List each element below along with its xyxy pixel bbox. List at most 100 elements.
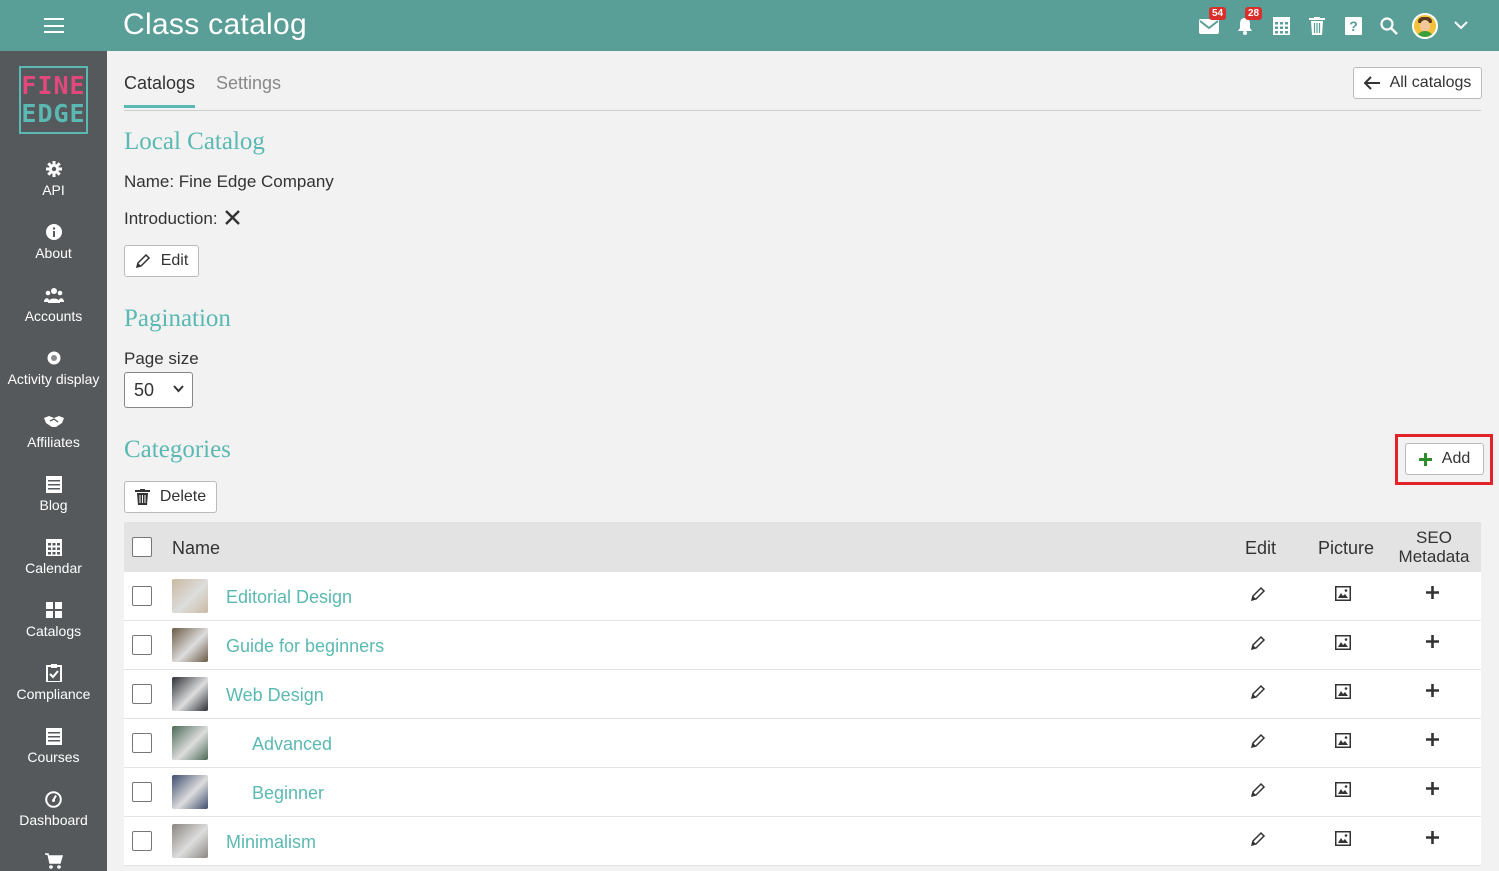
sidebar-item-api[interactable]: API [0, 157, 107, 217]
seo-metadata-add-button[interactable] [1426, 782, 1439, 800]
calendar-icon [45, 538, 62, 556]
pencil-icon [1250, 733, 1266, 749]
plus-icon [1426, 586, 1439, 599]
menu-icon[interactable] [0, 0, 107, 51]
local-catalog-heading: Local Catalog [124, 128, 265, 155]
column-header-picture: Picture [1318, 538, 1375, 558]
sidebar-item-blog[interactable]: Blog [0, 472, 107, 532]
category-link[interactable]: Beginner [252, 783, 324, 804]
row-checkbox[interactable] [132, 635, 152, 655]
sidebar-item-shop[interactable] [0, 850, 107, 871]
arrow-left-icon [1363, 76, 1380, 90]
tab-catalogs[interactable]: Catalogs [124, 73, 196, 108]
table-row: Beginner [124, 768, 1481, 817]
help-button[interactable]: ? [1335, 0, 1371, 51]
row-checkbox[interactable] [132, 586, 152, 606]
edit-row-button[interactable] [1250, 684, 1266, 705]
avatar [1412, 12, 1438, 39]
sidebar-item-activity-display[interactable]: Activity display [0, 346, 107, 406]
sidebar-item-label: Affiliates [27, 434, 80, 450]
logo[interactable]: FINE EDGE [19, 66, 88, 134]
table-row: Advanced [124, 719, 1481, 768]
category-link[interactable]: Editorial Design [226, 587, 352, 608]
sidebar-item-accounts[interactable]: Accounts [0, 283, 107, 343]
seo-metadata-add-button[interactable] [1426, 684, 1439, 702]
select-all-checkbox[interactable] [132, 537, 152, 557]
seo-metadata-add-button[interactable] [1426, 733, 1439, 751]
tab-settings[interactable]: Settings [216, 73, 281, 94]
page-size-select[interactable]: 50 [124, 372, 193, 408]
categories-table: Name Edit Picture SEO Metadata Editorial… [124, 522, 1481, 866]
sidebar-item-courses[interactable]: Courses [0, 724, 107, 784]
picture-row-button[interactable] [1335, 733, 1351, 753]
sidebar-item-compliance[interactable]: Compliance [0, 661, 107, 721]
category-link[interactable]: Minimalism [226, 832, 316, 853]
picture-row-button[interactable] [1335, 684, 1351, 704]
seo-line-1: SEO [1416, 528, 1452, 547]
picture-row-button[interactable] [1335, 782, 1351, 802]
messages-badge: 54 [1209, 7, 1227, 20]
picture-row-button[interactable] [1335, 586, 1351, 606]
trash-icon [1309, 16, 1325, 35]
notifications-badge: 28 [1245, 7, 1263, 20]
user-menu[interactable] [1407, 0, 1443, 51]
row-checkbox[interactable] [132, 782, 152, 802]
sidebar-item-label: Dashboard [19, 812, 88, 828]
table-row: Minimalism [124, 817, 1481, 866]
row-checkbox[interactable] [132, 733, 152, 753]
row-checkbox[interactable] [132, 831, 152, 851]
edit-row-button[interactable] [1250, 733, 1266, 754]
svg-text:?: ? [1349, 18, 1358, 34]
table-header: Name Edit Picture SEO Metadata [124, 522, 1481, 572]
search-button[interactable] [1371, 0, 1407, 51]
search-icon [1380, 16, 1398, 35]
handshake-icon [43, 416, 64, 427]
all-catalogs-button[interactable]: All catalogs [1353, 67, 1482, 99]
add-button-highlight [1395, 434, 1493, 485]
edit-row-button[interactable] [1250, 831, 1266, 852]
seo-metadata-add-button[interactable] [1426, 586, 1439, 604]
all-catalogs-label: All catalogs [1389, 74, 1472, 91]
plus-icon [1426, 684, 1439, 697]
category-link[interactable]: Web Design [226, 685, 324, 706]
help-icon: ? [1344, 16, 1362, 35]
sidebar-item-calendar[interactable]: Calendar [0, 535, 107, 595]
tab-bar: Catalogs Settings [124, 65, 1481, 111]
sidebar-item-about[interactable]: About [0, 220, 107, 280]
category-thumbnail [172, 628, 208, 662]
edit-row-button[interactable] [1250, 586, 1266, 607]
pagination-heading: Pagination [124, 305, 231, 332]
column-header-name[interactable]: Name [172, 538, 220, 559]
pencil-icon [1250, 635, 1266, 651]
image-icon [1335, 586, 1351, 601]
sidebar-item-dashboard[interactable]: Dashboard [0, 787, 107, 847]
delete-categories-button[interactable]: Delete [124, 481, 217, 513]
sidebar-item-affiliates[interactable]: Affiliates [0, 409, 107, 469]
category-link[interactable]: Guide for beginners [226, 636, 384, 657]
trash-button[interactable] [1299, 0, 1335, 51]
calendar-button[interactable] [1263, 0, 1299, 51]
plus-icon [1426, 831, 1439, 844]
user-menu-toggle[interactable] [1443, 0, 1479, 51]
notifications-button[interactable]: 28 [1227, 0, 1263, 51]
category-link[interactable]: Advanced [252, 734, 332, 755]
row-checkbox[interactable] [132, 684, 152, 704]
close-icon [225, 210, 241, 225]
edit-row-button[interactable] [1250, 782, 1266, 803]
blog-icon [45, 475, 62, 493]
picture-row-button[interactable] [1335, 635, 1351, 655]
messages-button[interactable]: 54 [1191, 0, 1227, 51]
seo-metadata-add-button[interactable] [1426, 635, 1439, 653]
users-icon [43, 288, 64, 303]
seo-metadata-add-button[interactable] [1426, 831, 1439, 849]
category-thumbnail [172, 726, 208, 760]
image-icon [1335, 831, 1351, 846]
sidebar-item-catalogs[interactable]: Catalogs [0, 598, 107, 658]
sidebar-item-label: Activity display [7, 371, 100, 387]
grid-icon [45, 602, 62, 618]
picture-row-button[interactable] [1335, 831, 1351, 851]
table-row: Editorial Design [124, 572, 1481, 621]
sidebar-item-label: Calendar [25, 560, 82, 576]
edit-catalog-button[interactable]: Edit [124, 245, 199, 277]
edit-row-button[interactable] [1250, 635, 1266, 656]
